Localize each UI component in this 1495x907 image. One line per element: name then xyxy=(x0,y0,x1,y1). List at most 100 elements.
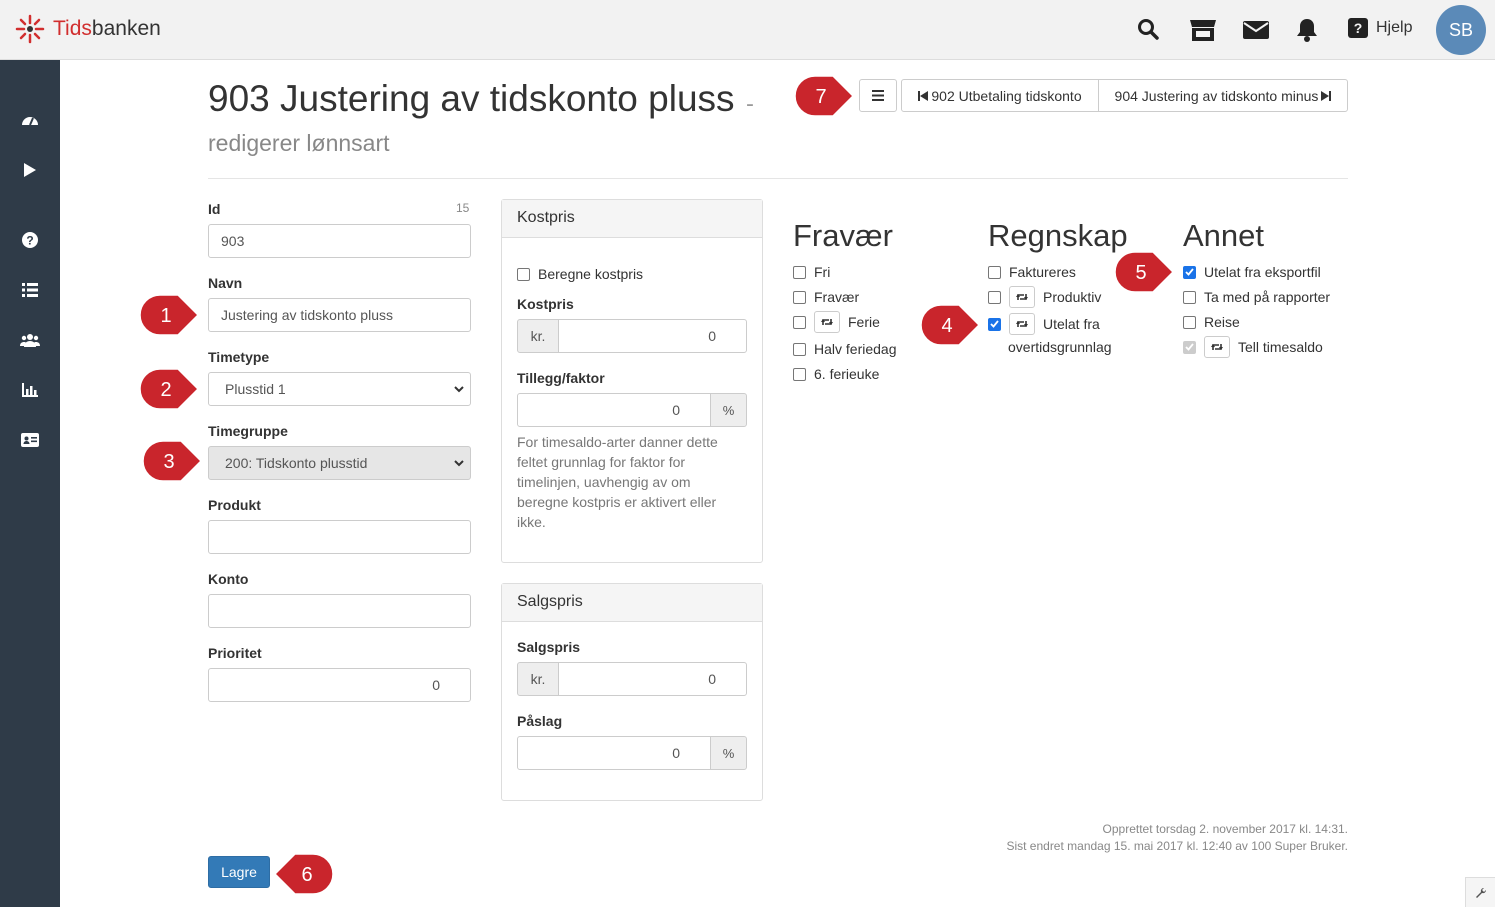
callout-number: 7 xyxy=(815,86,826,108)
salgspris-panel-title: Salgspris xyxy=(502,584,762,622)
prioritet-field[interactable]: 0 xyxy=(208,668,471,702)
konto-field[interactable] xyxy=(208,594,471,628)
checkbox-label: Fravær xyxy=(814,289,860,305)
question-icon: ? xyxy=(1348,18,1368,38)
checkbox-box[interactable] xyxy=(793,290,806,304)
checkbox-box[interactable] xyxy=(793,367,806,381)
retweet-icon xyxy=(821,319,833,325)
callout-badge-5: 5 xyxy=(1115,251,1173,293)
checkbox-label: Fri xyxy=(814,264,831,280)
produktiv-checkbox[interactable]: Produktiv xyxy=(988,286,1101,308)
repeat-button[interactable] xyxy=(1204,336,1230,358)
checkbox-box-disabled xyxy=(1183,340,1196,354)
checkbox-box[interactable] xyxy=(793,342,806,356)
bell-icon[interactable] xyxy=(1296,18,1318,46)
avatar[interactable]: SB xyxy=(1436,5,1486,55)
list-icon[interactable] xyxy=(20,280,40,300)
chevron-down-icon xyxy=(454,385,464,392)
id-label: Id xyxy=(208,201,221,217)
sjette-ferieuke-checkbox[interactable]: 6. ferieuke xyxy=(793,366,879,382)
repeat-button[interactable] xyxy=(814,311,840,333)
help-line: ikke. xyxy=(517,514,546,530)
tell-timesaldo-checkbox: Tell timesaldo xyxy=(1183,336,1323,358)
timetype-label: Timetype xyxy=(208,349,270,365)
regnskap-heading: Regnskap xyxy=(988,218,1128,253)
search-icon[interactable] xyxy=(1137,18,1159,44)
save-button[interactable]: Lagre xyxy=(208,856,270,888)
beregne-kostpris-checkbox[interactable]: Beregne kostpris xyxy=(517,266,643,282)
chart-icon[interactable] xyxy=(20,380,40,400)
tillegg-field[interactable]: 0 xyxy=(517,393,711,427)
checkbox-box[interactable] xyxy=(1183,315,1196,329)
help-line: For timesaldo-arter danner dette xyxy=(517,434,718,450)
checkbox-box[interactable] xyxy=(793,315,806,329)
ta-med-rapporter-checkbox[interactable]: Ta med på rapporter xyxy=(1183,289,1330,305)
checkbox-box[interactable] xyxy=(1183,290,1196,304)
checkbox-label: Tell timesaldo xyxy=(1238,339,1323,355)
navn-field[interactable]: Justering av tidskonto pluss xyxy=(208,298,471,332)
reise-checkbox[interactable]: Reise xyxy=(1183,314,1240,330)
menu-button[interactable] xyxy=(859,79,897,112)
wrench-icon[interactable] xyxy=(1465,877,1495,907)
users-icon[interactable] xyxy=(20,330,40,350)
hamburger-icon xyxy=(872,90,884,101)
checkbox-label: Ta med på rapporter xyxy=(1204,289,1331,305)
next-wage-type-button[interactable]: 904 Justering av tidskonto minus xyxy=(1098,79,1348,112)
store-icon[interactable] xyxy=(1189,18,1217,46)
utelat-eksportfil-checkbox[interactable]: Utelat fra eksportfil xyxy=(1183,264,1321,280)
logo[interactable]: Tidsbanken xyxy=(15,14,161,44)
salgspris-label: Salgspris xyxy=(517,639,581,655)
timegruppe-value: 200: Tidskonto plusstid xyxy=(225,455,368,471)
fravaer-checkbox[interactable]: Fravær xyxy=(793,289,859,305)
page-title: 903 Justering av tidskonto pluss xyxy=(208,78,735,119)
id-field[interactable]: 903 xyxy=(208,224,471,258)
callout-badge-1: 1 xyxy=(140,294,198,336)
produkt-field[interactable] xyxy=(208,520,471,554)
svg-text:?: ? xyxy=(1354,20,1363,36)
kostpris-panel-title: Kostpris xyxy=(502,200,762,238)
fri-checkbox[interactable]: Fri xyxy=(793,264,830,280)
salgspris-field[interactable]: 0 xyxy=(558,662,747,696)
paslag-field[interactable]: 0 xyxy=(517,736,711,770)
checkbox-label: Halv feriedag xyxy=(814,341,897,357)
checkbox-box[interactable] xyxy=(793,265,806,279)
divider xyxy=(208,178,1348,179)
checkbox-box-checked[interactable] xyxy=(1183,265,1196,279)
repeat-button[interactable] xyxy=(1009,313,1035,335)
konto-label: Konto xyxy=(208,571,249,587)
help-line: beregne kostpris er aktivert eller xyxy=(517,494,717,510)
title-separator: - xyxy=(746,92,754,117)
checkbox-box[interactable] xyxy=(988,290,1001,304)
sidebar: ? xyxy=(0,60,60,907)
checkbox-box[interactable] xyxy=(988,265,1001,279)
checkbox-label: Utelat fra xyxy=(1043,316,1100,332)
utelat-overtid-checkbox[interactable]: Utelat fra xyxy=(988,313,1100,335)
help-line: feltet grunnlag for faktor for xyxy=(517,454,686,470)
kostpris-field[interactable]: 0 xyxy=(558,319,747,353)
checkbox-box-checked[interactable] xyxy=(988,317,1001,331)
timetype-select[interactable]: Plusstid 1 xyxy=(208,372,471,406)
mail-icon[interactable] xyxy=(1243,21,1269,43)
help-icon[interactable]: ? xyxy=(20,230,40,250)
ferie-checkbox[interactable]: Ferie xyxy=(793,311,880,333)
step-forward-icon xyxy=(1321,90,1332,101)
faktureres-checkbox[interactable]: Faktureres xyxy=(988,264,1076,280)
callout-badge-4: 4 xyxy=(921,304,979,346)
help-link[interactable]: ? Hjelp xyxy=(1348,18,1412,38)
help-line: timelinjen, uavhengig av om xyxy=(517,474,691,490)
repeat-button[interactable] xyxy=(1009,286,1035,308)
chevron-down-icon xyxy=(454,459,464,466)
play-icon[interactable] xyxy=(20,160,40,180)
checkbox-label: Produktiv xyxy=(1043,289,1102,305)
callout-badge-6: 6 xyxy=(275,853,333,895)
timetype-value: Plusstid 1 xyxy=(225,381,286,397)
prev-wage-type-button[interactable]: 902 Utbetaling tidskonto xyxy=(901,79,1099,112)
halv-feriedag-checkbox[interactable]: Halv feriedag xyxy=(793,341,897,357)
timegruppe-select[interactable]: 200: Tidskonto plusstid xyxy=(208,446,471,480)
dashboard-icon[interactable] xyxy=(20,110,40,130)
checkbox-label: Utelat fra eksportfil xyxy=(1204,264,1321,280)
id-card-icon[interactable] xyxy=(20,430,40,450)
checkbox-box[interactable] xyxy=(517,267,530,281)
percent-addon: % xyxy=(710,393,747,427)
checkbox-label: Reise xyxy=(1204,314,1240,330)
